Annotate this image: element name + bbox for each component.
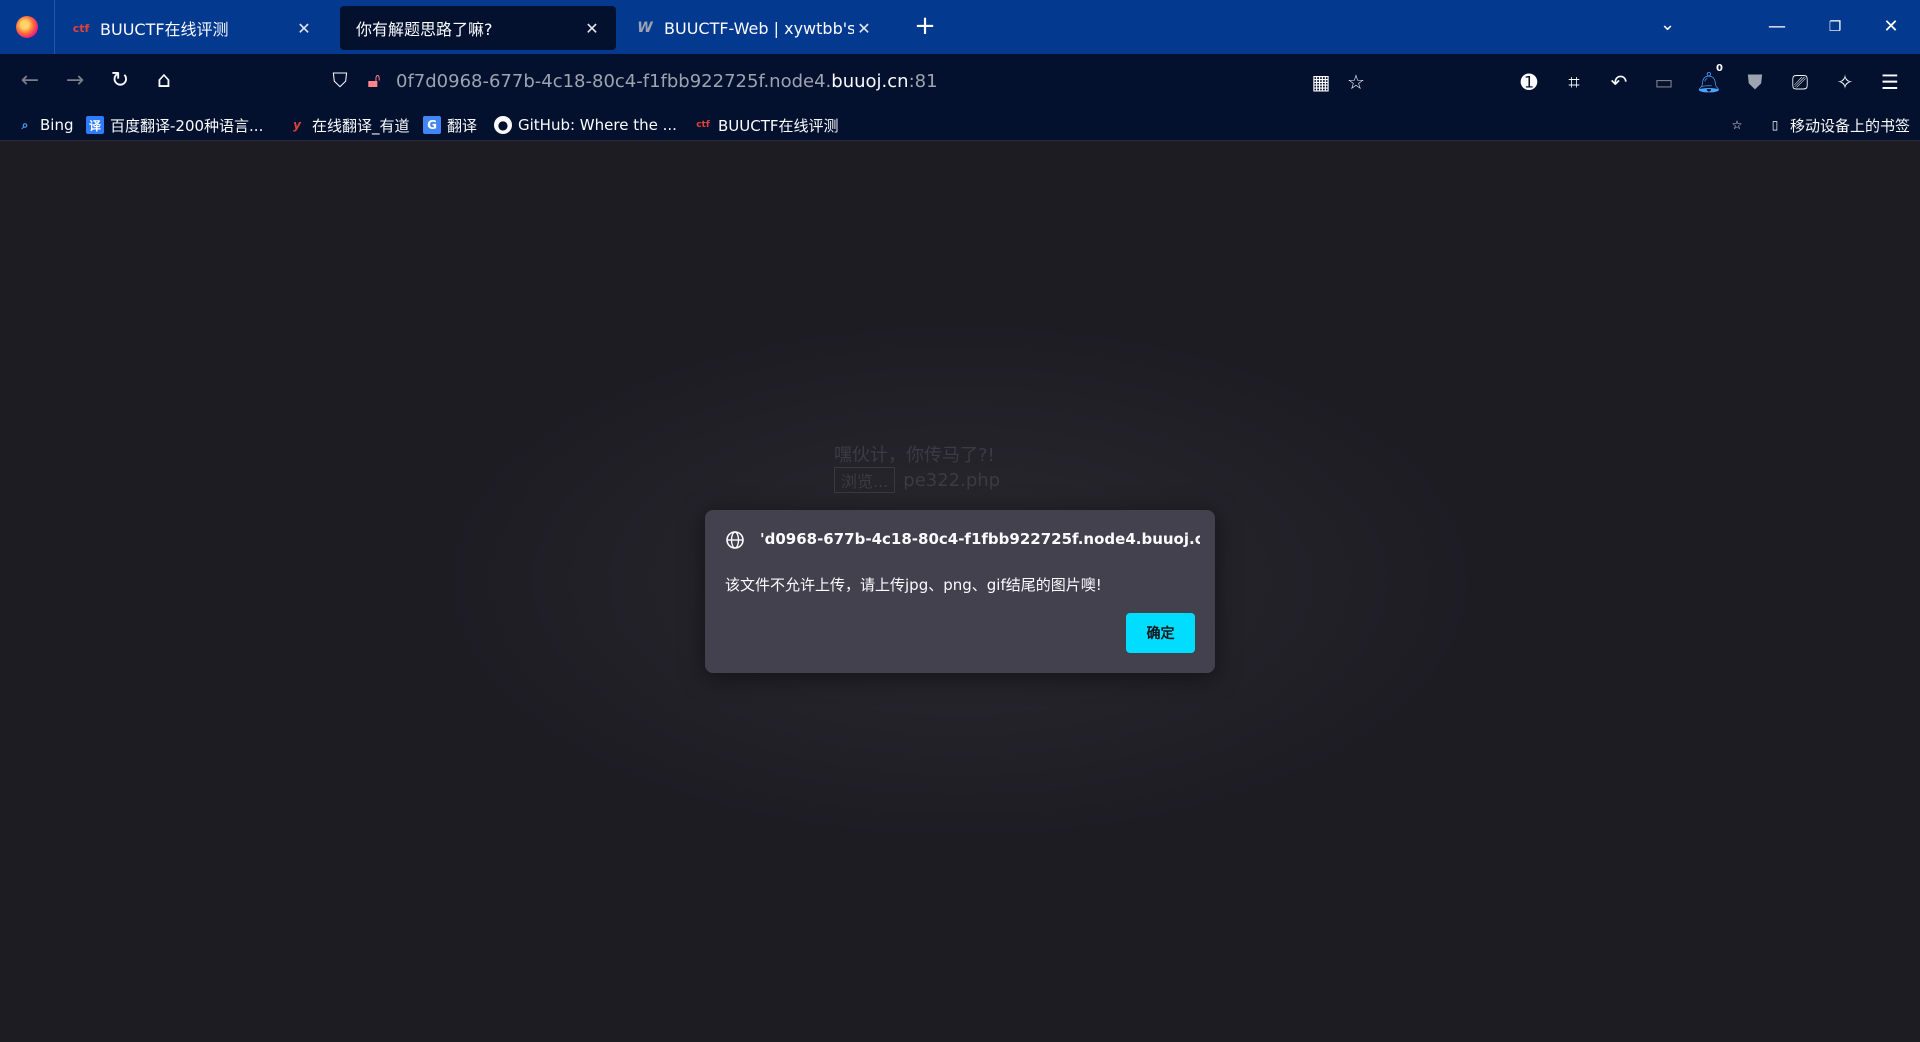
bookmarks-toolbar: ⌕ Bing 译 百度翻译-200种语言... y 在线翻译_有道 G 翻译 ●…: [0, 108, 1920, 141]
forward-arrow-icon[interactable]: →: [61, 67, 89, 95]
restore-button[interactable]: ❐: [1812, 10, 1858, 44]
show-bookmarks-star-icon[interactable]: ☆: [1728, 114, 1752, 136]
qr-code-icon[interactable]: ▦: [1306, 67, 1336, 97]
close-window-button[interactable]: ✕: [1868, 10, 1914, 44]
insecure-lock-icon[interactable]: 🔓︎: [362, 68, 386, 92]
browse-button[interactable]: 浏览...: [834, 467, 896, 493]
bookmark-github[interactable]: ● GitHub: Where the ...: [494, 114, 677, 136]
navigation-toolbar: ← → ↻ ⌂ ⛉ 🔓︎ 0f7d0968-677b-4c18-80c4-f1f…: [0, 54, 1920, 108]
url-prefix: 0f7d0968-677b-4c18-80c4-f1fbb922725f.nod…: [396, 70, 832, 92]
ok-button[interactable]: 确定: [1126, 613, 1195, 653]
tab-active-challenge[interactable]: 你有解题思路了嘛? ✕: [340, 6, 616, 50]
selected-filename: pe322.php: [903, 469, 1001, 491]
alert-dialog: 'd0968-677b-4c18-80c4-f1fbb922725f.node4…: [705, 510, 1215, 673]
bookmark-star-icon[interactable]: ☆: [1341, 67, 1371, 97]
tab-buuctf[interactable]: ctf BUUCTF在线评测 ✕: [56, 6, 328, 50]
close-tab-icon[interactable]: ✕: [582, 19, 602, 38]
star-list-icon: ☆: [1731, 118, 1743, 132]
reload-icon[interactable]: ↻: [106, 67, 134, 95]
password-manager-icon[interactable]: ➊: [1514, 67, 1544, 97]
notification-bell-icon[interactable]: 🔔︎ 0: [1694, 63, 1726, 97]
upload-heading: 嘿伙计，你传马了?!: [834, 445, 995, 466]
bookmark-label: 百度翻译-200种语言...: [110, 116, 264, 135]
buuctf-favicon-icon: ctf: [72, 21, 90, 35]
close-tab-icon[interactable]: ✕: [854, 19, 874, 38]
tab-strip: ctf BUUCTF在线评测 ✕ 你有解题思路了嘛? ✕ W BUUCTF-We…: [0, 0, 1920, 54]
menu-hamburger-icon[interactable]: ☰: [1875, 67, 1905, 97]
bookmark-label: GitHub: Where the ...: [518, 116, 677, 134]
shield-extension-icon[interactable]: ⛊: [1740, 67, 1770, 97]
firefox-logo-icon[interactable]: [0, 0, 55, 54]
tracking-protection-shield-icon[interactable]: ⛉: [328, 68, 352, 92]
bookmark-baidu-translate[interactable]: 译 百度翻译-200种语言...: [86, 114, 263, 136]
reader-sidebar-icon[interactable]: ⎚: [1785, 67, 1815, 97]
minimize-button[interactable]: —: [1754, 10, 1800, 44]
bookmark-bing[interactable]: ⌕ Bing: [16, 114, 74, 136]
bookmark-label: 在线翻译_有道: [312, 116, 410, 135]
bookmark-label: Bing: [40, 116, 74, 134]
back-arrow-icon[interactable]: ←: [16, 67, 44, 95]
undo-icon[interactable]: ↶: [1604, 67, 1634, 97]
mobile-bookmarks-label: 移动设备上的书签: [1790, 116, 1911, 135]
home-icon[interactable]: ⌂: [150, 67, 178, 95]
close-tab-icon[interactable]: ✕: [294, 19, 314, 38]
url-bar[interactable]: 0f7d0968-677b-4c18-80c4-f1fbb922725f.nod…: [396, 62, 1296, 100]
url-port: :81: [908, 70, 938, 92]
mobile-bookmarks[interactable]: ▯ 移动设备上的书签: [1766, 114, 1910, 136]
bookmark-youdao[interactable]: y 在线翻译_有道: [288, 114, 410, 136]
dialog-origin: 'd0968-677b-4c18-80c4-f1fbb922725f.node4…: [760, 530, 1200, 548]
upload-form: 嘿伙计，你传马了?! 浏览... pe322.php: [834, 441, 1000, 493]
search-icon: ⌕: [21, 117, 29, 132]
extensions-puzzle-icon[interactable]: ✧: [1830, 67, 1860, 97]
tab-label: BUUCTF-Web | xywtbb's Blog: [664, 18, 854, 38]
dialog-message: 该文件不允许上传，请上传jpg、png、gif结尾的图片噢!: [725, 576, 1102, 594]
w-favicon-icon: W: [637, 20, 653, 36]
tab-label: BUUCTF在线评测: [100, 20, 229, 39]
bookmark-google-translate[interactable]: G 翻译: [423, 114, 477, 136]
notification-count: 0: [1713, 63, 1726, 75]
crop-screenshot-icon[interactable]: ⌗: [1559, 67, 1589, 97]
monitor-icon[interactable]: ▭: [1649, 67, 1679, 97]
translate-icon: 译: [86, 116, 104, 134]
url-host: buuoj.cn: [831, 70, 909, 92]
youdao-icon: y: [293, 118, 301, 132]
tab-label: 你有解题思路了嘛?: [356, 20, 493, 39]
github-icon: ●: [494, 116, 512, 134]
buuctf-icon: ctf: [696, 120, 710, 130]
bookmark-label: BUUCTF在线评测: [718, 116, 839, 135]
google-translate-icon: G: [423, 116, 441, 134]
tab-blog[interactable]: W BUUCTF-Web | xywtbb's Blog ✕: [620, 6, 888, 50]
globe-icon: [725, 530, 745, 550]
bookmark-label: 翻译: [447, 116, 478, 135]
bookmark-buuctf[interactable]: ctf BUUCTF在线评测: [694, 114, 839, 136]
new-tab-button[interactable]: +: [912, 12, 938, 42]
mobile-device-icon: ▯: [1771, 118, 1779, 132]
list-all-tabs-chevron-down-icon[interactable]: ⌄: [1660, 14, 1675, 35]
